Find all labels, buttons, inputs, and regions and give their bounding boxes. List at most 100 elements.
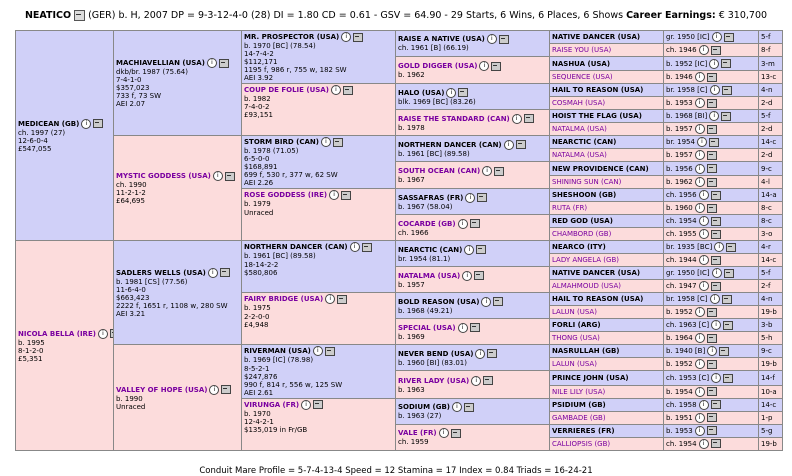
info-icon[interactable]: i [711, 373, 722, 384]
horse-name[interactable]: SEQUENCE (USA) [552, 73, 613, 81]
gen5-name-cell[interactable]: HAIL TO REASON (USA) [549, 83, 664, 98]
horse-name[interactable]: NATALMA (USA) [552, 151, 607, 159]
gen4-cell[interactable]: VALE (FR) i ch. 1959 [395, 423, 550, 451]
horse-name[interactable]: NEW PROVIDENCE (CAN) [552, 165, 649, 173]
gen3-cell[interactable]: STORM BIRD (CAN) i b. 1978 (71.05) 6-5-0-0 $… [241, 135, 396, 190]
gen5-name-cell[interactable]: THONG (USA) [549, 331, 664, 346]
photo-icon[interactable] [219, 268, 230, 278]
horse-name[interactable]: NORTHERN DANCER (CAN) [398, 141, 502, 149]
photo-icon[interactable] [224, 171, 235, 181]
info-icon[interactable]: i [446, 87, 457, 98]
info-icon[interactable]: i [457, 322, 468, 333]
horse-name[interactable]: PRINCE JOHN (USA) [552, 374, 629, 382]
info-icon[interactable]: i [438, 428, 449, 439]
photo-icon[interactable] [706, 359, 717, 369]
photo-icon[interactable] [710, 190, 721, 200]
horse-name[interactable]: LALUN (USA) [552, 360, 597, 368]
gen5-name-cell[interactable]: NEW PROVIDENCE (CAN) [549, 161, 664, 177]
horse-name[interactable]: NEARCO (ITY) [552, 243, 606, 251]
horse-name[interactable]: NILE LILY (USA) [552, 388, 605, 396]
info-icon[interactable]: i [711, 268, 722, 279]
horse-name[interactable]: SASSAFRAS (FR) [398, 194, 463, 202]
info-icon[interactable]: i [709, 85, 720, 96]
photo-icon[interactable] [708, 137, 719, 147]
photo-icon[interactable] [491, 61, 502, 71]
photo-icon[interactable] [313, 400, 324, 410]
info-icon[interactable]: i [711, 32, 722, 42]
info-icon[interactable]: i [709, 111, 720, 122]
gen5-name-cell[interactable]: NATIVE DANCER (USA) [549, 30, 664, 44]
gen4-cell[interactable]: HALO (USA) i blk. 1969 [BC] (83.26) [395, 83, 550, 111]
gen5-name-cell[interactable]: NASHUA (USA) [549, 55, 664, 72]
gen5-name-cell[interactable]: LADY ANGELA (GB) [549, 253, 664, 268]
photo-icon[interactable] [477, 193, 488, 203]
info-icon[interactable]: i [301, 399, 312, 410]
horse-name[interactable]: BOLD REASON (USA) [398, 298, 479, 306]
horse-name[interactable]: PSIDIUM (GB) [552, 401, 606, 409]
gen3-cell[interactable]: ROSE GODDESS (IRE) i b. 1979 Unraced [241, 188, 396, 242]
photo-icon[interactable] [523, 114, 534, 124]
photo-icon[interactable] [706, 72, 717, 82]
photo-icon[interactable] [74, 9, 86, 21]
horse-name[interactable]: MYSTIC GODDESS (USA) [116, 172, 211, 180]
dam-cell[interactable]: NICOLA BELLA (IRE) i b. 1995 8-1-2-0 £5,351 [15, 240, 114, 451]
photo-icon[interactable] [463, 402, 474, 412]
gen3-cell[interactable]: MR. PROSPECTOR (USA) i b. 1970 [BC] (78.54… [241, 29, 396, 85]
horse-name[interactable]: RIVERMAN (USA) [244, 347, 311, 355]
info-icon[interactable]: i [212, 171, 223, 182]
horse-name[interactable]: LALUN (USA) [552, 308, 597, 316]
info-icon[interactable]: i [709, 58, 720, 69]
gen5-name-cell[interactable]: CALLIOPSIS (GB) [549, 436, 664, 451]
info-icon[interactable]: i [698, 45, 709, 55]
photo-icon[interactable] [723, 268, 734, 278]
photo-icon[interactable] [353, 32, 364, 42]
info-icon[interactable]: i [81, 118, 92, 129]
gen5-name-cell[interactable]: CHAMBORD (GB) [549, 227, 664, 242]
horse-name[interactable]: RAISE A NATIVE (USA) [398, 35, 485, 43]
photo-icon[interactable] [710, 45, 721, 55]
horse-name[interactable]: HAIL TO REASON (USA) [552, 295, 643, 303]
photo-icon[interactable] [515, 140, 526, 150]
info-icon[interactable]: i [694, 307, 705, 318]
gen4-cell[interactable]: NORTHERN DANCER (CAN) i b. 1961 [BC] (89.5… [395, 135, 550, 163]
info-icon[interactable]: i [503, 139, 514, 150]
horse-name[interactable]: MACHIAVELLIAN (USA) [116, 59, 205, 67]
horse-name[interactable]: SHESHOON (GB) [552, 191, 616, 199]
photo-icon[interactable] [706, 333, 717, 343]
gen5-name-cell[interactable]: NEARCO (ITY) [549, 240, 664, 255]
info-icon[interactable]: i [694, 203, 705, 214]
info-icon[interactable]: i [207, 267, 218, 278]
photo-icon[interactable] [706, 177, 717, 187]
gen5-name-cell[interactable]: PSIDIUM (GB) [549, 397, 664, 412]
horse-name[interactable]: NICOLA BELLA (IRE) [18, 330, 96, 338]
gen5-name-cell[interactable]: ALMAHMOUD (USA) [549, 279, 664, 294]
photo-icon[interactable] [706, 150, 717, 160]
horse-name[interactable]: HALO (USA) [398, 89, 444, 97]
info-icon[interactable]: i [694, 72, 705, 83]
photo-icon[interactable] [706, 203, 717, 213]
gen4-cell[interactable]: GOLD DIGGER (USA) i b. 1962 [395, 55, 550, 85]
gen5-name-cell[interactable]: VERRIERES (FR) [549, 423, 664, 438]
horse-name[interactable]: HAIL TO REASON (USA) [552, 86, 643, 94]
photo-icon[interactable] [324, 346, 335, 356]
photo-icon[interactable] [710, 255, 721, 265]
photo-icon[interactable] [498, 34, 509, 44]
gen3-cell[interactable]: RIVERMAN (USA) i b. 1969 [IC] (78.98) 8-5-2… [241, 344, 396, 399]
info-icon[interactable]: i [481, 296, 492, 307]
horse-name[interactable]: CHAMBORD (GB) [552, 230, 611, 238]
photo-icon[interactable] [494, 166, 505, 176]
horse-name[interactable]: COUP DE FOLIE (USA) [244, 86, 329, 94]
gen5-name-cell[interactable]: LALUN (USA) [549, 305, 664, 320]
gen4-cell[interactable]: SASSAFRAS (FR) i b. 1967 (58.04) [395, 188, 550, 216]
gen5-name-cell[interactable]: RUTA (FR) [549, 201, 664, 216]
horse-name[interactable]: NATALMA (USA) [398, 272, 460, 280]
horse-name[interactable]: NASRULLAH (GB) [552, 347, 620, 355]
photo-icon[interactable] [710, 400, 721, 410]
info-icon[interactable]: i [694, 359, 705, 370]
photo-icon[interactable] [706, 387, 717, 397]
gen5-name-cell[interactable]: SHINING SUN (CAN) [549, 175, 664, 190]
horse-name[interactable]: MEDICEAN (GB) [18, 120, 79, 128]
info-icon[interactable]: i [711, 320, 722, 331]
gen3-cell[interactable]: COUP DE FOLIE (USA) i b. 1982 7-4-0-2 £93,15… [241, 83, 396, 137]
photo-icon[interactable] [721, 59, 732, 69]
